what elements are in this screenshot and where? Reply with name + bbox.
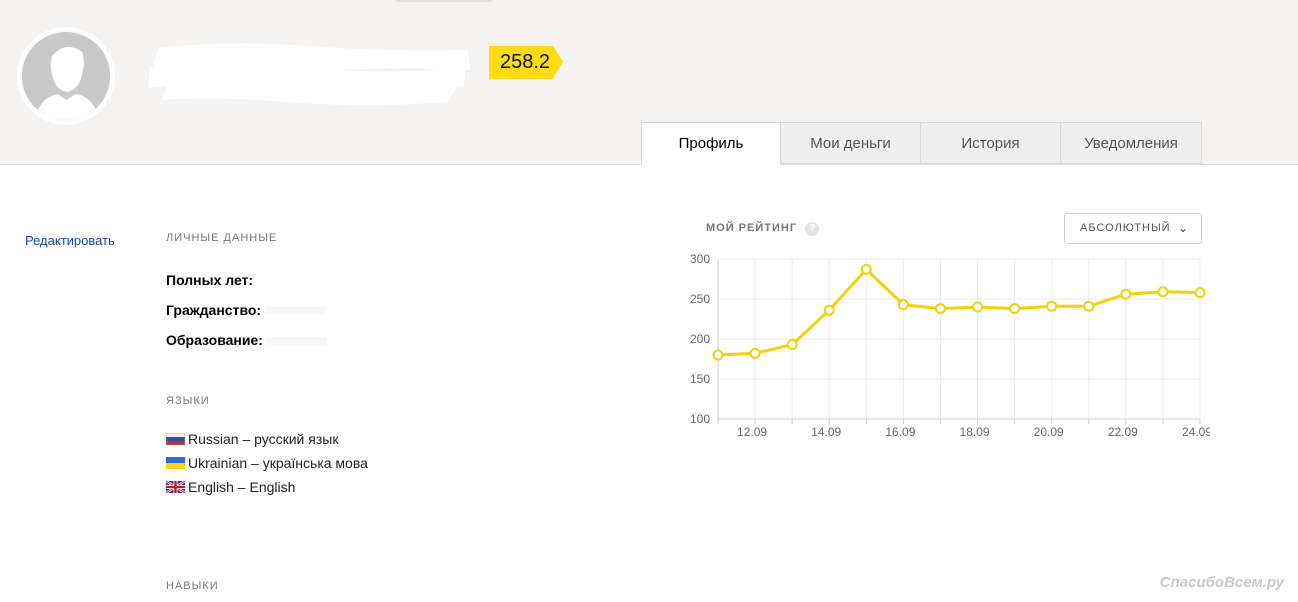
personal-data-heading: ЛИЧНЫЕ ДАННЫЕ <box>166 232 278 244</box>
field-age: Полных лет: <box>166 272 253 288</box>
language-item: English – English <box>166 479 295 495</box>
ru-flag-icon <box>166 433 185 445</box>
data-point <box>712 349 724 361</box>
y-tick-label: 200 <box>690 332 710 346</box>
chevron-down-icon: ⌄ <box>1177 221 1189 235</box>
tab-profile[interactable]: Профиль <box>641 122 781 165</box>
watermark: СпасибоВсем.ру <box>1159 574 1284 591</box>
data-point <box>1194 287 1206 299</box>
data-point <box>1009 303 1021 315</box>
data-point <box>786 339 798 351</box>
field-citizenship-value-redacted <box>265 307 326 316</box>
tab-notifications[interactable]: Уведомления <box>1061 122 1202 164</box>
rating-chart: 100 150 200 250 300 12.09 14.09 16.09 18.09 20.09… <box>690 252 1210 439</box>
rating-value: 258.2 <box>500 51 551 73</box>
x-tick-label: 22.09 <box>1108 425 1138 439</box>
tab-my-money[interactable]: Мои деньги <box>781 122 921 164</box>
field-citizenship-label: Гражданство: <box>166 302 262 318</box>
languages-heading: ЯЗЫКИ <box>166 395 210 407</box>
x-tick-label: 12.09 <box>737 425 767 439</box>
data-point <box>1120 288 1132 300</box>
x-tick-label: 14.09 <box>811 425 841 439</box>
gb-flag-icon <box>166 481 185 493</box>
y-tick-label: 150 <box>690 372 710 386</box>
field-citizenship: Гражданство: <box>166 302 326 318</box>
y-tick-label: 100 <box>690 412 710 426</box>
user-name-redacted <box>148 40 473 108</box>
field-education: Образование: <box>166 332 327 348</box>
rating-badge: 258.2 <box>489 46 563 79</box>
tab-history[interactable]: История <box>921 122 1061 164</box>
field-education-label: Образование: <box>166 332 263 348</box>
x-tick-label: 18.09 <box>960 425 990 439</box>
field-age-label: Полных лет: <box>166 272 254 288</box>
y-tick-label: 300 <box>690 252 710 266</box>
avatar[interactable] <box>17 27 115 125</box>
data-point <box>1083 300 1095 312</box>
data-point <box>897 299 909 311</box>
edit-profile-link[interactable]: Редактировать <box>25 233 115 248</box>
ua-flag-icon <box>166 457 185 469</box>
x-tick-label: 20.09 <box>1034 425 1064 439</box>
user-silhouette-icon <box>22 32 110 120</box>
data-point <box>934 303 946 315</box>
top-divider <box>396 0 492 2</box>
help-icon[interactable]: ? <box>805 222 819 236</box>
data-point <box>860 263 872 275</box>
x-tick-label: 16.09 <box>885 425 915 439</box>
rating-chart-title: МОЙ РЕЙТИНГ <box>706 222 798 234</box>
profile-tabs: Профиль Мои деньги История Уведомления <box>641 122 1202 165</box>
rating-mode-value: АБСОЛЮТНЫЙ <box>1080 222 1171 234</box>
x-tick-label: 24.09 <box>1182 425 1210 439</box>
language-label: Ukrainian – українська мова <box>188 455 368 471</box>
data-point <box>972 301 984 313</box>
language-label: English – English <box>188 479 296 495</box>
data-point <box>749 347 761 359</box>
language-label: Russian – русский язык <box>188 431 339 447</box>
data-point <box>1046 300 1058 312</box>
data-point <box>823 304 835 316</box>
skills-heading: НАВЫКИ <box>166 580 219 592</box>
field-education-value-redacted <box>266 337 327 346</box>
rating-mode-select[interactable]: АБСОЛЮТНЫЙ ⌄ <box>1064 213 1202 244</box>
y-tick-label: 250 <box>690 292 710 306</box>
language-item: Russian – русский язык <box>166 431 338 447</box>
language-item: Ukrainian – українська мова <box>166 455 368 471</box>
data-point <box>1157 286 1169 298</box>
